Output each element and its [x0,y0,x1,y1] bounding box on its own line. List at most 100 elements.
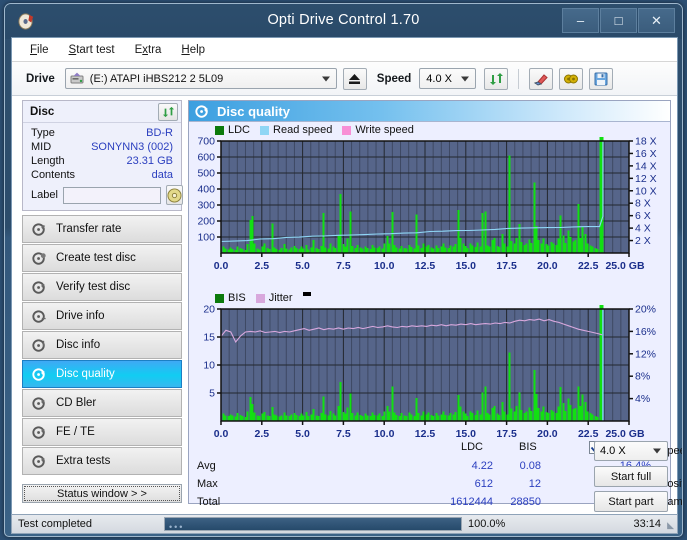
disc-rows: Type BD-R MID SONYNN3 (002) Length 23.31… [23,123,181,182]
disc-refresh-button[interactable] [158,103,178,121]
legend-swatch [215,294,224,303]
menu-start-test[interactable]: Start test [69,44,115,56]
sidebar-item-extra-tests[interactable]: Extra tests [22,447,182,475]
disc-label-button[interactable] [166,185,183,205]
disc-quality-icon [32,367,47,382]
disc-row-value: BD-R [146,127,173,139]
sidebar-item-disc-quality[interactable]: Disc quality [22,360,182,388]
disc-row-key: Length [31,155,65,167]
disc-row-key: MID [31,141,51,153]
refresh-icon [489,72,504,86]
menu-help[interactable]: Help [181,44,205,56]
elapsed-time: 33:14 [534,518,677,530]
sidebar-item-label: Extra tests [56,455,110,467]
disc-panel-header: Disc [23,101,181,123]
drive-value: (E:) ATAPI iHBS212 2 5L09 [90,73,224,85]
test-speed-select[interactable]: 4.0 X [594,441,668,461]
panel-header: Disc quality [189,101,670,122]
svg-text:18 X: 18 X [635,137,657,148]
disc-row-key: Type [31,127,55,139]
nav-list: Transfer rate Create test disc [22,215,182,475]
resize-grip[interactable]: ◣ [667,520,674,531]
start-part-button[interactable]: Start part [594,491,668,512]
svg-text:0.0: 0.0 [214,260,229,272]
sidebar-item-label: Disc quality [56,368,115,380]
legend-swatch [342,126,351,135]
sidebar-item-transfer-rate[interactable]: Transfer rate [22,215,182,243]
bis-total-value: 28850 [477,496,541,508]
drive-select[interactable]: (E:) ATAPI iHBS212 2 5L09 [65,68,337,89]
svg-text:400: 400 [197,184,215,196]
eject-button[interactable] [343,68,367,90]
svg-text:16 X: 16 X [635,148,657,160]
drive-label: Drive [26,73,55,85]
progress-dots: ••• [169,522,184,531]
disc-quality-icon [195,104,210,119]
stats-panel: LDC BIS Jitter Avg Max Total 4.22 612 16… [189,439,670,505]
menu-extra[interactable]: Extra [135,44,162,56]
sidebar-item-fe-te[interactable]: FE / TE [22,418,182,446]
disc-row-value: data [152,169,173,181]
tools-icon [563,72,579,86]
svg-text:6 X: 6 X [635,210,651,222]
erase-button[interactable] [529,68,553,90]
legend-label: LDC [228,124,250,136]
disc-fete-icon [32,425,47,440]
sidebar-item-verify-test-disc[interactable]: Verify test disc [22,273,182,301]
speed-select[interactable]: 4.0 X [419,68,476,89]
eject-icon [348,73,361,85]
cd-disc-icon [167,188,182,203]
sidebar-item-label: Create test disc [56,252,136,264]
svg-text:20%: 20% [635,305,656,316]
legend-ldc-chart: LDCRead speedWrite speed [189,122,670,137]
svg-text:8%: 8% [635,371,650,383]
stats-header-ldc: LDC [461,441,483,453]
disc-label-row: Label [23,182,181,210]
ldc-chart: 1002003004005006007002 X4 X6 X8 X10 X12 … [189,137,670,288]
speed-value: 4.0 X [426,73,452,85]
legend-label: Write speed [355,124,414,136]
close-button[interactable]: ✕ [638,8,675,33]
start-full-button[interactable]: Start full [594,466,668,487]
sidebar-item-disc-info[interactable]: Disc info [22,331,182,359]
disc-panel-title: Disc [30,106,54,118]
minimize-button[interactable]: – [562,8,599,33]
sidebar-item-create-test-disc[interactable]: Create test disc [22,244,182,272]
disc-drive-icon [32,309,47,324]
ldc-chart-svg: 1002003004005006007002 X4 X6 X8 X10 X12 … [189,137,670,285]
legend-label: Jitter [269,292,293,304]
eraser-icon [533,72,549,86]
svg-text:8 X: 8 X [635,198,651,210]
svg-text:10 X: 10 X [635,185,657,197]
status-bar: Test completed ••• 100.0% 33:14 ◣ [11,514,678,534]
refresh-button[interactable] [484,68,508,90]
maximize-button[interactable]: □ [600,8,637,33]
chevron-down-icon [322,76,330,81]
sidebar-item-cd-bler[interactable]: CD Bler [22,389,182,417]
sidebar-item-drive-info[interactable]: Drive info [22,302,182,330]
save-button[interactable] [589,68,613,90]
disc-bler-icon [32,396,47,411]
status-window-button[interactable]: Status window > > [22,484,182,503]
test-speed-value: 4.0 X [600,445,626,457]
stats-row-max: Max [197,478,218,490]
svg-text:14 X: 14 X [635,160,657,172]
legend-swatch [256,294,265,303]
progress-percent: 100.0% [462,518,534,530]
legend-swatch [260,126,269,135]
stats-row-total: Total [197,496,220,508]
disc-info-panel: Disc Type BD-R MID SONY [22,100,182,211]
drive-icon [70,72,84,85]
sidebar-item-label: FE / TE [56,426,95,438]
tools-button[interactable] [559,68,583,90]
svg-text:2 X: 2 X [635,235,651,247]
disc-label-input[interactable] [63,187,161,204]
svg-text:15: 15 [203,332,215,344]
svg-text:12 X: 12 X [635,173,657,185]
stats-header-bis: BIS [519,441,537,453]
svg-text:10: 10 [203,360,215,372]
progress-bar: ••• [164,517,462,531]
menu-file[interactable]: FFileile [30,44,49,56]
svg-text:7.5: 7.5 [336,260,351,272]
sidebar-item-label: Verify test disc [56,281,130,293]
